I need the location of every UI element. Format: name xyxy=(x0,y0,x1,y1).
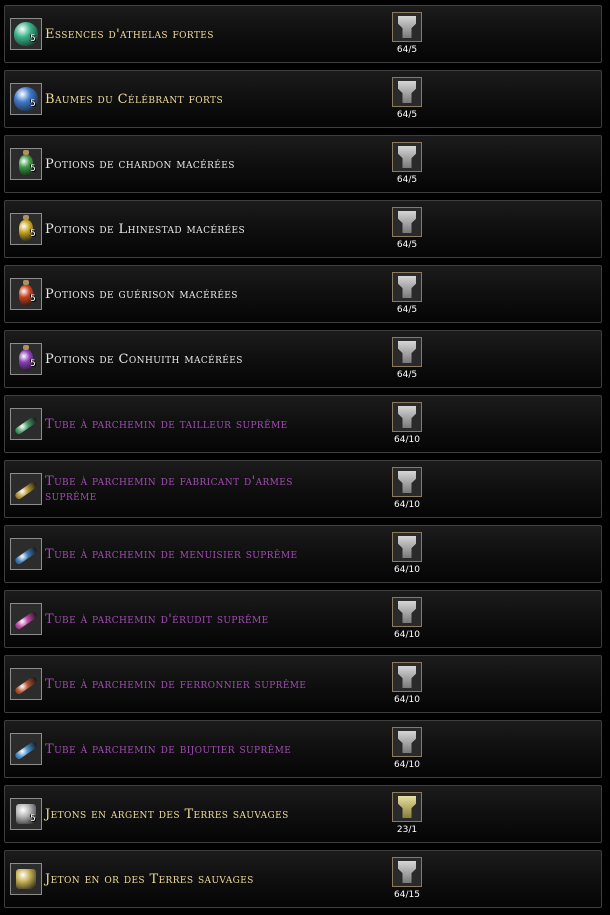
silver-token-icon[interactable] xyxy=(392,77,422,107)
item-quantity: 5 xyxy=(30,229,36,239)
silver-token-icon-glyph xyxy=(398,666,416,688)
silver-token-icon-glyph xyxy=(398,731,416,753)
item-quantity: 5 xyxy=(30,164,36,174)
item-row[interactable]: 5 Jetons en argent des Terres sauvages 23/… xyxy=(4,785,602,843)
scroll-case-icon-glyph xyxy=(14,610,38,631)
healing-potion-icon[interactable] xyxy=(10,278,42,310)
thistle-potion-icon[interactable] xyxy=(10,148,42,180)
silver-token-icon-glyph xyxy=(398,601,416,623)
item-name: Tube à parchemin de menuisier suprême xyxy=(45,546,298,562)
item-name: Potions de Conhuith macérées xyxy=(45,351,243,367)
silver-token-icon[interactable] xyxy=(392,142,422,172)
scroll-case-icon[interactable] xyxy=(10,733,42,765)
silver-token-icon[interactable] xyxy=(392,597,422,627)
item-name: Potions de guérison macérées xyxy=(45,286,238,302)
conhuith-potion-icon[interactable] xyxy=(10,343,42,375)
item-name: Tube à parchemin de tailleur suprême xyxy=(45,416,288,432)
item-quantity: 5 xyxy=(30,359,36,369)
silver-token-icon[interactable] xyxy=(10,798,42,830)
silver-token-icon[interactable] xyxy=(392,12,422,42)
silver-token-icon[interactable] xyxy=(392,337,422,367)
silver-token-icon[interactable] xyxy=(392,402,422,432)
item-cost: 64/10 xyxy=(394,435,420,445)
scroll-case-icon[interactable] xyxy=(10,668,42,700)
silver-token-icon-glyph xyxy=(398,536,416,558)
item-quantity: 5 xyxy=(30,294,36,304)
scroll-case-icon[interactable] xyxy=(10,408,42,440)
item-quantity: 5 xyxy=(30,34,36,44)
item-row[interactable]: Tube à parchemin de fabricant d'armes su… xyxy=(4,460,602,518)
item-row[interactable]: 5 Potions de guérison macérées 64/5 xyxy=(4,265,602,323)
silver-token-icon[interactable] xyxy=(392,532,422,562)
gold-token-icon-glyph xyxy=(16,869,36,889)
item-row[interactable]: Tube à parchemin de tailleur suprême 64/1… xyxy=(4,395,602,453)
item-row[interactable]: Tube à parchemin de ferronnier suprême 64… xyxy=(4,655,602,713)
scroll-case-icon-glyph xyxy=(14,545,38,566)
item-cost: 64/10 xyxy=(394,630,420,640)
item-name: Potions de chardon macérées xyxy=(45,156,235,172)
item-name: Tube à parchemin de ferronnier suprême xyxy=(45,676,307,692)
item-cost: 64/5 xyxy=(396,175,418,185)
item-name: Tube à parchemin d'érudit suprême xyxy=(45,611,269,627)
item-cost: 64/15 xyxy=(394,890,420,900)
scroll-case-icon[interactable] xyxy=(10,473,42,505)
item-list: 5 Essences d'athelas fortes 64/5 5 Baumes du… xyxy=(0,0,610,915)
item-cost: 64/10 xyxy=(394,565,420,575)
scroll-case-icon-glyph xyxy=(14,740,38,761)
item-row[interactable]: Tube à parchemin d'érudit suprême 64/10 xyxy=(4,590,602,648)
gold-token-icon[interactable] xyxy=(10,863,42,895)
item-name: Jeton en or des Terres sauvages xyxy=(45,871,254,887)
gold-token-icon[interactable] xyxy=(392,792,422,822)
item-cost: 64/10 xyxy=(394,760,420,770)
item-name: Tube à parchemin de bijoutier suprême xyxy=(45,741,292,757)
item-row[interactable]: Tube à parchemin de bijoutier suprême 64/… xyxy=(4,720,602,778)
scroll-case-icon[interactable] xyxy=(10,538,42,570)
lhinestad-potion-icon[interactable] xyxy=(10,213,42,245)
silver-token-icon-glyph xyxy=(398,16,416,38)
item-cost: 64/5 xyxy=(396,45,418,55)
athelas-essence-icon[interactable] xyxy=(10,18,42,50)
item-cost: 64/5 xyxy=(396,370,418,380)
scroll-case-icon[interactable] xyxy=(10,603,42,635)
silver-token-icon[interactable] xyxy=(392,467,422,497)
item-name: Potions de Lhinestad macérées xyxy=(45,221,246,237)
item-row[interactable]: 5 Potions de Conhuith macérées 64/5 xyxy=(4,330,602,388)
item-row[interactable]: 5 Essences d'athelas fortes 64/5 xyxy=(4,5,602,63)
item-cost: 64/10 xyxy=(394,695,420,705)
scroll-case-icon-glyph xyxy=(14,480,38,501)
item-row[interactable]: 5 Potions de chardon macérées 64/5 xyxy=(4,135,602,193)
item-name: Baumes du Célébrant forts xyxy=(45,91,224,107)
silver-token-icon[interactable] xyxy=(392,727,422,757)
silver-token-icon[interactable] xyxy=(392,272,422,302)
silver-token-icon-glyph xyxy=(398,146,416,168)
silver-token-icon-glyph xyxy=(398,276,416,298)
silver-token-icon-glyph xyxy=(398,471,416,493)
item-cost: 64/5 xyxy=(396,240,418,250)
silver-token-icon[interactable] xyxy=(392,207,422,237)
scroll-case-icon-glyph xyxy=(14,415,38,436)
silver-token-icon-glyph xyxy=(398,81,416,103)
silver-token-icon[interactable] xyxy=(392,857,422,887)
gold-token-icon-glyph xyxy=(398,796,416,818)
celebrant-salve-icon[interactable] xyxy=(10,83,42,115)
silver-token-icon[interactable] xyxy=(392,662,422,692)
item-row[interactable]: 5 Baumes du Célébrant forts 64/5 xyxy=(4,70,602,128)
item-cost: 64/5 xyxy=(396,305,418,315)
item-name: Jetons en argent des Terres sauvages xyxy=(45,806,289,822)
item-cost: 64/10 xyxy=(394,500,420,510)
silver-token-icon-glyph xyxy=(398,211,416,233)
item-quantity: 5 xyxy=(30,814,36,824)
item-row[interactable]: 5 Potions de Lhinestad macérées 64/5 xyxy=(4,200,602,258)
silver-token-icon-glyph xyxy=(398,406,416,428)
item-name: Tube à parchemin de fabricant d'armes su… xyxy=(45,474,293,504)
item-row[interactable]: Jeton en or des Terres sauvages 64/15 xyxy=(4,850,602,908)
item-cost: 64/5 xyxy=(396,110,418,120)
item-name: Essences d'athelas fortes xyxy=(45,26,214,42)
item-row[interactable]: Tube à parchemin de menuisier suprême 64/… xyxy=(4,525,602,583)
scroll-case-icon-glyph xyxy=(14,675,38,696)
item-cost: 23/1 xyxy=(396,825,418,835)
item-quantity: 5 xyxy=(30,99,36,109)
silver-token-icon-glyph xyxy=(398,341,416,363)
silver-token-icon-glyph xyxy=(398,861,416,883)
